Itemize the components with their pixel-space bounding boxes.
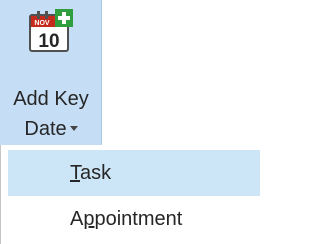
appointment-label-rest: pointment <box>94 208 183 230</box>
appointment-accelerator: p <box>83 208 95 230</box>
dropdown-caret-icon <box>69 126 78 132</box>
task-label-rest: ask <box>80 162 112 184</box>
calendar-day-text: 10 <box>38 31 59 52</box>
calendar-month-text: NOV <box>34 20 50 27</box>
menu-item-task[interactable]: Task <box>8 150 260 196</box>
button-label-date: Date <box>24 118 67 140</box>
appointment-label-first: A <box>70 208 84 230</box>
menu-item-appointment[interactable]: Appointment <box>8 196 260 242</box>
calendar-add-icon: NOV 10 <box>29 9 73 52</box>
add-key-date-button[interactable]: NOV 10 Add Key Date <box>0 0 102 145</box>
button-label-line2: Date <box>0 117 102 141</box>
button-label-line1: Add Key <box>13 88 89 110</box>
task-accelerator: T <box>70 162 80 184</box>
add-key-date-dropdown-menu: Task Appointment <box>0 145 260 244</box>
